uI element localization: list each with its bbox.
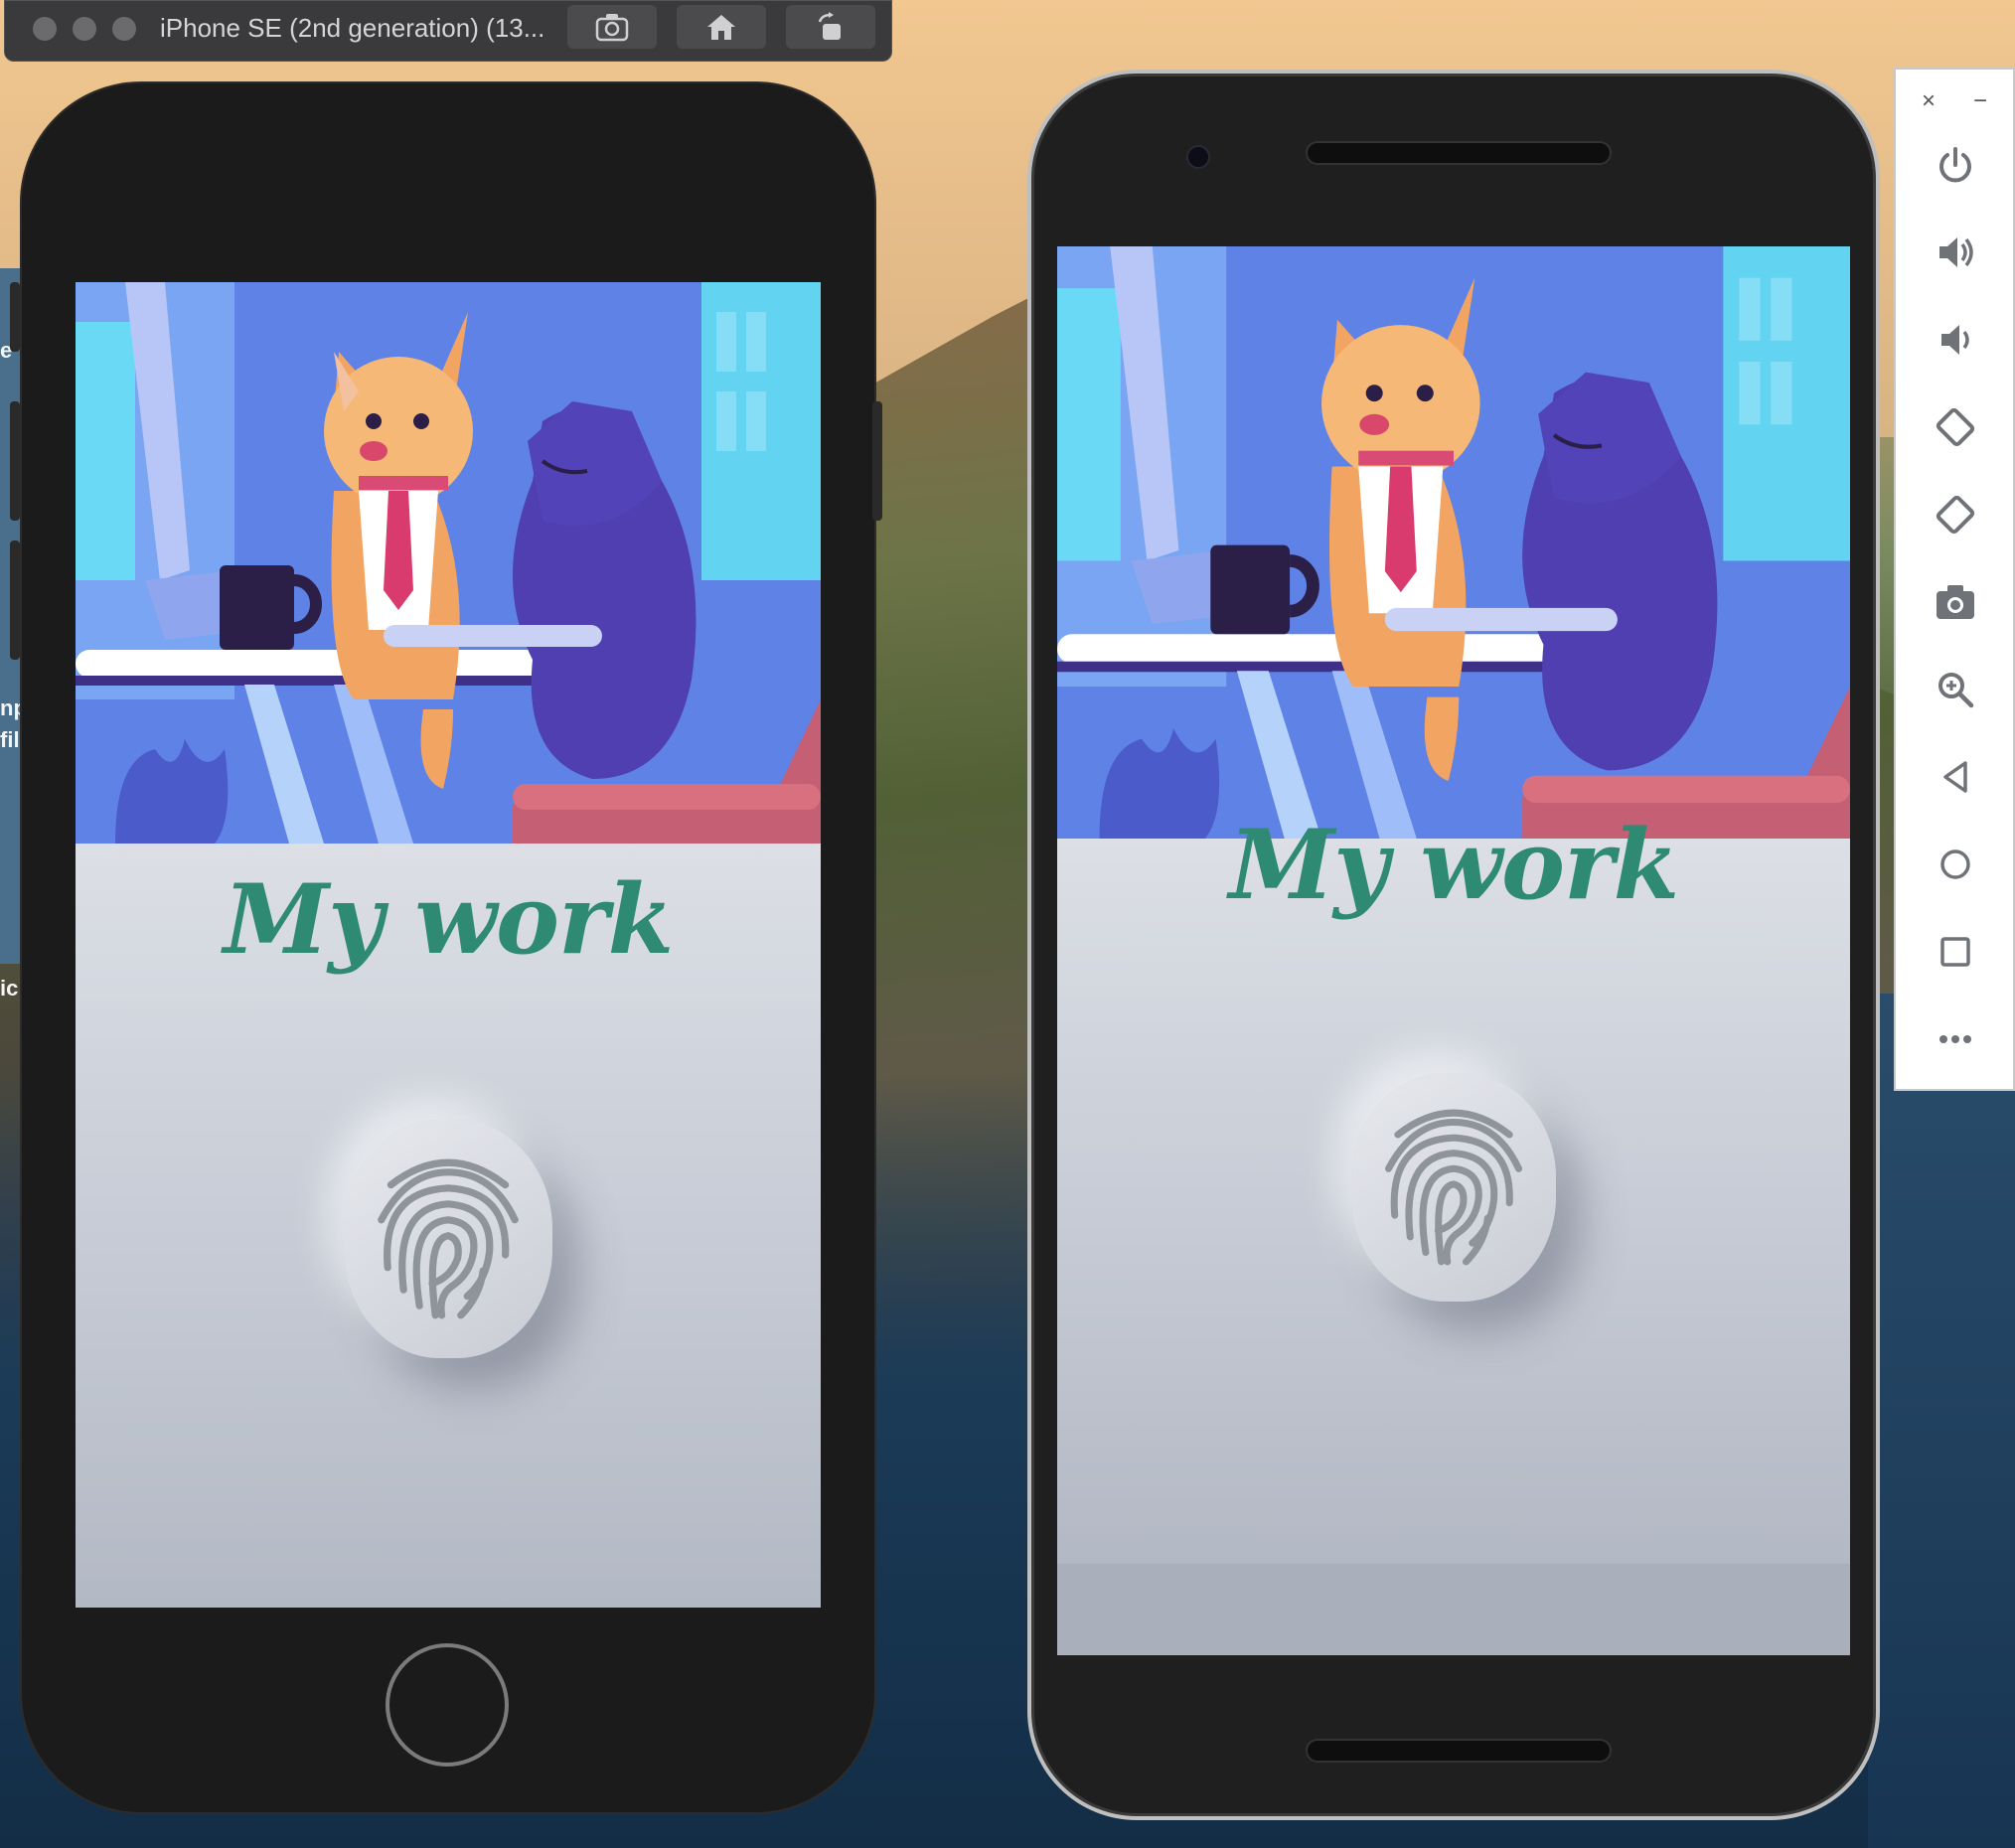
home-circle-icon	[1940, 849, 1970, 879]
rotate-right-icon	[1936, 495, 1975, 535]
screenshot-button[interactable]	[567, 5, 657, 49]
fingerprint-login-button-android[interactable]	[1351, 1073, 1556, 1302]
simulator-titlebar: iPhone SE (2nd generation) (13...	[4, 0, 892, 62]
android-device-frame: My work	[1027, 70, 1880, 1820]
zoom-button[interactable]	[1932, 666, 1979, 713]
volume-up-icon	[1939, 237, 1973, 267]
emulator-minimize-button[interactable]: −	[1973, 87, 1987, 115]
volume-up-button[interactable]	[1932, 229, 1979, 276]
iphone-volume-up[interactable]	[10, 401, 20, 521]
office-cats-illustration-android	[1057, 246, 1850, 839]
window-zoom-button[interactable]	[112, 17, 136, 41]
fingerprint-icon-android	[1384, 1109, 1523, 1266]
android-screen: My work	[1057, 246, 1850, 1655]
desktop-peek-text-3: fil	[0, 727, 20, 752]
android-bottom-speaker	[1306, 1739, 1612, 1763]
zoom-icon	[1938, 673, 1974, 708]
back-icon	[1943, 761, 1967, 793]
power-button[interactable]	[1932, 141, 1979, 189]
android-front-camera	[1186, 145, 1210, 169]
window-minimize-button[interactable]	[73, 17, 96, 41]
home-icon	[707, 15, 735, 40]
emulator-close-button[interactable]: ×	[1922, 87, 1936, 115]
back-button[interactable]	[1932, 753, 1979, 801]
rotate-left-button[interactable]	[1932, 403, 1979, 451]
rotate-right-button[interactable]	[1932, 491, 1979, 539]
rotate-left-icon	[1936, 407, 1975, 447]
desktop-sea-right	[1868, 994, 2015, 1848]
take-screenshot-button[interactable]	[1932, 578, 1979, 626]
window-close-button[interactable]	[33, 17, 57, 41]
login-content-area: My work	[76, 844, 821, 1608]
fingerprint-login-button[interactable]	[344, 1120, 552, 1358]
more-icon	[1939, 1035, 1971, 1043]
iphone-mute-switch[interactable]	[10, 282, 20, 352]
camera-icon	[1937, 585, 1974, 619]
home-nav-button[interactable]	[1932, 841, 1979, 888]
iphone-home-button[interactable]	[386, 1643, 509, 1767]
desktop-peek-text-4: ic	[0, 976, 19, 1001]
home-button[interactable]	[677, 5, 766, 49]
android-nav-bar	[1057, 1564, 1850, 1655]
android-top-speaker	[1306, 141, 1612, 165]
volume-down-icon	[1941, 325, 1969, 355]
app-heading-android: My work	[1228, 809, 1679, 921]
app-heading: My work	[223, 863, 674, 976]
overview-square-icon	[1940, 937, 1970, 967]
iphone-power-button[interactable]	[872, 401, 882, 521]
rotate-button[interactable]	[786, 5, 875, 49]
volume-down-button[interactable]	[1932, 316, 1979, 364]
emulator-toolbar: × −	[1894, 68, 2015, 1091]
rotate-icon	[818, 12, 841, 40]
office-cats-illustration	[76, 282, 821, 844]
overview-button[interactable]	[1932, 928, 1979, 976]
simulator-title: iPhone SE (2nd generation) (13...	[160, 13, 545, 43]
login-content-area-android: My work	[1057, 809, 1850, 1564]
office-cats-illustration-art	[76, 282, 821, 844]
office-cats-illustration-android-art	[1057, 246, 1850, 839]
screenshot-icon	[595, 14, 629, 42]
iphone-volume-down[interactable]	[10, 540, 20, 660]
fingerprint-icon	[378, 1158, 519, 1319]
iphone-device-frame: My work	[10, 83, 882, 1812]
power-icon	[1939, 147, 1971, 183]
more-options-button[interactable]	[1932, 1015, 1979, 1063]
iphone-screen: My work	[76, 282, 821, 1608]
